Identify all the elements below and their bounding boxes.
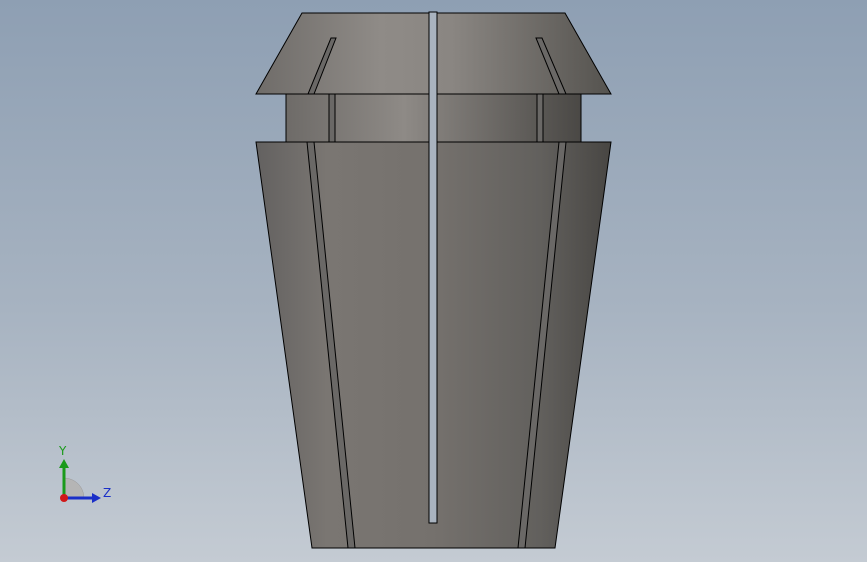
- y-axis-arrow: [59, 459, 69, 468]
- x-axis-point: [60, 494, 68, 502]
- axis-triad: Y Z: [58, 444, 111, 503]
- center-slot: [428, 11, 438, 524]
- graphics-viewport[interactable]: Y Z: [0, 0, 867, 562]
- collet-model[interactable]: [0, 0, 867, 562]
- triad-arc: [63, 477, 85, 499]
- right-neck-slot: [536, 93, 544, 143]
- left-neck-slot: [328, 93, 336, 143]
- y-axis-label: Y: [58, 444, 67, 458]
- z-axis-label: Z: [103, 486, 111, 500]
- z-axis-arrow: [92, 493, 101, 503]
